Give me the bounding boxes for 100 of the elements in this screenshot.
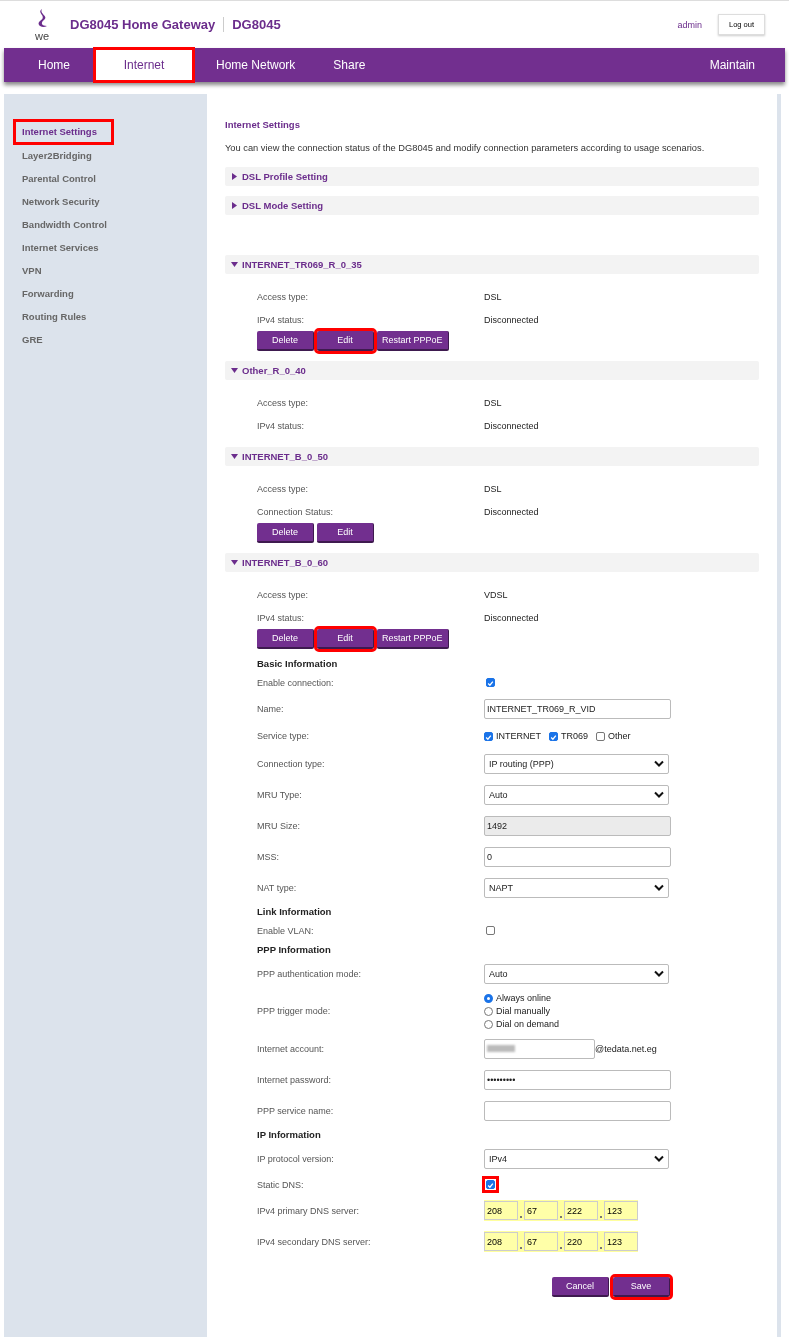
action-button[interactable]: Delete: [257, 629, 314, 649]
text-field[interactable]: [484, 1100, 671, 1121]
section-header[interactable]: INTERNET_B_0_50: [225, 447, 759, 466]
ip-octet-field[interactable]: 67: [524, 1201, 558, 1220]
text-field[interactable]: INTERNET_TR069_R_VID: [484, 698, 671, 719]
logo-text: we: [34, 30, 50, 42]
sidebar-item[interactable]: Forwarding: [4, 282, 207, 305]
field-label: IPv4 secondary DNS server:: [257, 1236, 372, 1247]
group-heading: Link Information: [257, 905, 333, 919]
model-name: DG8045: [231, 17, 281, 32]
field-label: Internet password:: [257, 1074, 333, 1085]
sidebar-item[interactable]: Internet Services: [4, 236, 207, 259]
ip-octet-field[interactable]: 123: [604, 1232, 638, 1251]
field-label: Access type:: [257, 291, 310, 302]
section-header[interactable]: DSL Mode Setting: [225, 196, 759, 215]
field-label: Access type:: [257, 397, 310, 408]
chevron-down-icon: [654, 1155, 664, 1162]
checkbox-option[interactable]: TR069: [549, 731, 588, 741]
sidebar-item[interactable]: VPN: [4, 259, 207, 282]
dropdown[interactable]: NAPT: [484, 877, 669, 898]
field-value: Disconnected: [484, 420, 539, 431]
dropdown[interactable]: Auto: [484, 963, 669, 984]
field-label: IPv4 primary DNS server:: [257, 1205, 361, 1216]
radio-option[interactable]: Always online: [484, 993, 560, 1003]
field-label: Service type:: [257, 731, 311, 741]
field-value: DSL: [484, 483, 502, 494]
ip-octet-field[interactable]: 222: [564, 1201, 598, 1220]
dropdown[interactable]: Auto: [484, 784, 669, 805]
ip-octet-field[interactable]: 123: [604, 1201, 638, 1220]
ip-octet-field[interactable]: 220: [564, 1232, 598, 1251]
field-value: Disconnected: [484, 612, 539, 623]
field-label: Name:: [257, 703, 285, 714]
field-label: IPv4 status:: [257, 314, 306, 325]
ip-octet-field[interactable]: 67: [524, 1232, 558, 1251]
text-field[interactable]: 0: [484, 846, 671, 867]
group-heading: Basic Information: [257, 657, 339, 671]
nav-tab[interactable]: Home Network: [200, 48, 312, 82]
section-title: DSL Mode Setting: [242, 200, 324, 211]
field-label: PPP trigger mode:: [257, 1006, 332, 1016]
field-label: MRU Size:: [257, 820, 301, 831]
field-value: Disconnected: [484, 506, 539, 517]
section-header[interactable]: DSL Profile Setting: [225, 167, 759, 186]
nav-tab[interactable]: Maintain: [693, 48, 771, 82]
section-title: INTERNET_B_0_50: [242, 451, 329, 462]
field-label: Access type:: [257, 589, 310, 600]
checkbox[interactable]: [484, 1178, 497, 1191]
chevron-down-icon: [654, 884, 664, 891]
ip-octet-field[interactable]: 208: [484, 1232, 518, 1251]
section-header[interactable]: Other_R_0_40: [225, 361, 759, 380]
form-button[interactable]: Cancel: [552, 1277, 609, 1297]
chevron-down-icon: [654, 760, 664, 767]
nav-tab[interactable]: Share: [311, 48, 388, 82]
field-value: DSL: [484, 291, 502, 302]
field-label: Access type:: [257, 483, 310, 494]
field-label: Connection Status:: [257, 506, 335, 517]
sidebar-item[interactable]: Bandwidth Control: [4, 213, 207, 236]
text-field[interactable]: •••••••••: [484, 1069, 671, 1090]
action-button[interactable]: Restart PPPoE: [377, 331, 449, 351]
nav-tab[interactable]: Home: [20, 48, 88, 82]
checkbox[interactable]: [484, 676, 497, 689]
checkbox-option[interactable]: Other: [596, 731, 631, 741]
sidebar-item[interactable]: Parental Control: [4, 167, 207, 190]
user-name: admin: [677, 19, 702, 30]
domain-suffix: @tedata.net.eg: [595, 1043, 657, 1054]
ip-octet-field[interactable]: 208: [484, 1201, 518, 1220]
group-heading: PPP Information: [257, 943, 332, 957]
action-button[interactable]: Delete: [257, 331, 314, 351]
radio-option[interactable]: Dial on demand: [484, 1019, 560, 1029]
sidebar-item[interactable]: Layer2Bridging: [4, 144, 207, 167]
section-header[interactable]: INTERNET_B_0_60: [225, 553, 759, 572]
sidebar-item[interactable]: Network Security: [4, 190, 207, 213]
page-title: Internet Settings: [225, 119, 301, 132]
field-value: DSL: [484, 397, 502, 408]
sidebar-item[interactable]: Routing Rules: [4, 305, 207, 328]
section-title: INTERNET_B_0_60: [242, 557, 329, 568]
checkbox-option[interactable]: INTERNET: [484, 731, 541, 741]
sidebar-item[interactable]: GRE: [4, 328, 207, 351]
redacted-text: [487, 1045, 515, 1052]
action-button[interactable]: Edit: [317, 331, 374, 351]
field-label: PPP service name:: [257, 1105, 335, 1116]
checkmark-icon: [550, 732, 557, 742]
section-header[interactable]: INTERNET_TR069_R_0_35: [225, 255, 759, 274]
field-label: IPv4 status:: [257, 612, 306, 623]
field-label: PPP authentication mode:: [257, 968, 362, 979]
action-button[interactable]: Edit: [317, 629, 374, 649]
action-button[interactable]: Edit: [317, 523, 374, 543]
radio-option[interactable]: Dial manually: [484, 1006, 560, 1016]
account-field[interactable]: [484, 1038, 595, 1059]
action-button[interactable]: Restart PPPoE: [377, 629, 449, 649]
checkbox[interactable]: [484, 924, 497, 937]
nav-tab[interactable]: Internet: [94, 48, 194, 82]
form-button[interactable]: Save: [613, 1277, 670, 1297]
field-label: IPv4 status:: [257, 420, 306, 431]
dropdown[interactable]: IP routing (PPP): [484, 753, 669, 774]
gateway-title: DG8045 Home Gateway: [70, 17, 225, 32]
dropdown[interactable]: IPv4: [484, 1148, 669, 1169]
action-button[interactable]: Delete: [257, 523, 314, 543]
field-label: Internet account:: [257, 1043, 326, 1054]
sidebar-item[interactable]: Internet Settings: [14, 120, 113, 144]
section-title: DSL Profile Setting: [242, 171, 328, 182]
